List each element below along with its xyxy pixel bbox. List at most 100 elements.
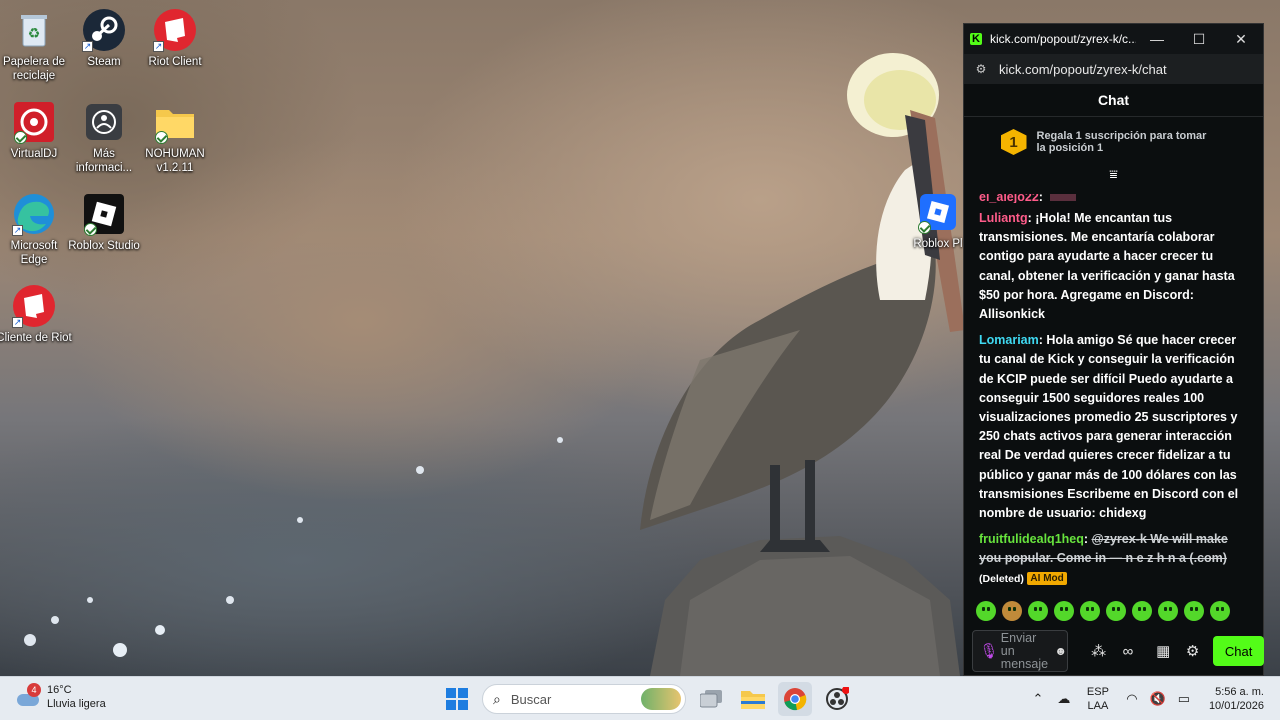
emote-icon[interactable] xyxy=(1002,601,1022,621)
maximize-button[interactable]: ☐ xyxy=(1178,24,1220,54)
desktop-icon-recycle-bin[interactable]: ♻ Papelera de reciclaje xyxy=(0,8,72,83)
chat-username[interactable]: Lomariam xyxy=(979,333,1039,347)
chat-message-input[interactable]: 🎙 Enviar un mensaje ☻ xyxy=(972,630,1068,672)
desktop-icon-steam[interactable]: ↗ Steam xyxy=(66,8,142,69)
chat-message-text: ¡Hola! Me encantan tus transmisiones. Me… xyxy=(979,211,1235,322)
chat-message: Luliantg: ¡Hola! Me encantan tus transmi… xyxy=(979,211,1235,322)
minimize-button[interactable]: — xyxy=(1136,24,1178,54)
desktop-icon-edge[interactable]: ↗ Microsoft Edge xyxy=(0,192,72,267)
chat-message-deleted: fruitfulidealq1heq: @zyrex-k We will mak… xyxy=(979,532,1228,585)
store-icon[interactable]: ▦ xyxy=(1149,642,1178,660)
desktop-icon-virtualdj[interactable]: VirtualDJ xyxy=(0,100,72,161)
start-button[interactable] xyxy=(440,682,474,716)
emote-icon[interactable] xyxy=(1184,601,1204,621)
sync-check-icon xyxy=(14,131,27,144)
chat-message-list[interactable]: el_alejo22: Luliantg: ¡Hola! Me encantan… xyxy=(964,194,1264,614)
weather-widget[interactable]: 4 16°C Lluvia ligera xyxy=(15,683,106,711)
svg-text:♻: ♻ xyxy=(28,25,41,41)
taskbar-clock[interactable]: 5:56 a. m. 10/01/2026 xyxy=(1209,685,1264,713)
emote-icon[interactable] xyxy=(1106,601,1126,621)
ai-mod-badge: AI Mod xyxy=(1027,571,1067,585)
desktop-icon-label: Steam xyxy=(87,56,121,68)
microphone-icon[interactable]: 🎙 xyxy=(977,642,1001,660)
riot-client-icon: ↗ xyxy=(153,8,197,52)
taskbar-search-box[interactable]: ⌕ Buscar xyxy=(482,684,686,714)
emote-picker-icon[interactable]: ⁂ xyxy=(1084,642,1113,660)
send-chat-button[interactable]: Chat xyxy=(1213,636,1264,666)
chat-username[interactable]: fruitfulidealq1heq xyxy=(979,532,1084,546)
quick-emote-row xyxy=(976,601,1230,621)
emote-icon[interactable] xyxy=(1132,601,1152,621)
riot-client-icon: ↗ xyxy=(12,284,56,328)
chevron-up-icon[interactable]: ⌃ xyxy=(1025,691,1051,707)
desktop-icon-roblox-player[interactable]: Roblox Pl xyxy=(908,190,968,251)
weather-temp: 16°C xyxy=(47,684,72,696)
keyboard-layout: LAA xyxy=(1087,700,1109,712)
desktop-icon-label: Más informaci... xyxy=(75,148,133,174)
weather-rain-icon: 4 xyxy=(15,683,41,708)
chat-username-separator: : xyxy=(1038,194,1043,203)
subscription-banner-text: Regala 1 suscripción para tomar la posic… xyxy=(1036,130,1207,154)
chat-message-partial: el_alejo22: xyxy=(979,194,1249,203)
task-view-button[interactable] xyxy=(694,682,728,716)
obs-icon xyxy=(826,687,849,710)
desktop-icon-riot-client[interactable]: ↗ Riot Client xyxy=(137,8,213,69)
weather-alert-badge: 4 xyxy=(27,683,41,697)
language-code: ESP xyxy=(1086,686,1109,698)
chat-username[interactable]: Luliantg xyxy=(979,211,1028,225)
address-url: kick.com/popout/zyrex-k/chat xyxy=(999,61,1167,77)
pinned-collapse-icon[interactable]: ⩸ xyxy=(964,167,1263,183)
sync-check-icon xyxy=(155,131,168,144)
close-button[interactable]: ✕ xyxy=(1220,24,1262,54)
site-info-icon[interactable]: ⚙ xyxy=(973,61,989,77)
emote-icon[interactable] xyxy=(976,601,996,621)
kick-chat-popup-window: K kick.com/popout/zyrex-k/c... — ☐ ✕ ⚙ k… xyxy=(963,23,1264,676)
obs-app-button[interactable] xyxy=(820,682,854,716)
settings-gear-icon[interactable]: ⚙ xyxy=(1178,642,1207,660)
shortcut-arrow-icon: ↗ xyxy=(82,41,93,52)
infinity-icon[interactable]: ∞ xyxy=(1113,643,1142,660)
address-bar[interactable]: ⚙ kick.com/popout/zyrex-k/chat xyxy=(964,54,1263,84)
desktop-icon-label: NOHUMAN v1.2.11 xyxy=(145,148,205,174)
desktop-icon-cliente-riot[interactable]: ↗ Cliente de Riot xyxy=(0,284,72,345)
language-indicator[interactable]: ESP LAA xyxy=(1087,685,1109,713)
desktop-icon-label: VirtualDJ xyxy=(10,148,58,160)
window-titlebar[interactable]: K kick.com/popout/zyrex-k/c... — ☐ ✕ xyxy=(964,24,1263,54)
wifi-icon[interactable]: ◠ xyxy=(1119,691,1145,707)
chat-username[interactable]: el_alejo22 xyxy=(979,194,1039,203)
shortcut-arrow-icon: ↗ xyxy=(12,317,23,328)
shortcut-arrow-icon: ↗ xyxy=(153,41,164,52)
subscription-leaderboard-banner[interactable]: 1 Regala 1 suscripción para tomar la pos… xyxy=(964,117,1263,167)
weather-desc: Lluvia ligera xyxy=(47,698,106,710)
desktop-icon-more-info[interactable]: Más informaci... xyxy=(66,100,142,175)
taskbar-center: ⌕ Buscar xyxy=(440,682,854,716)
desktop-icon-label: Cliente de Riot xyxy=(0,332,72,344)
window-title: kick.com/popout/zyrex-k/c... xyxy=(990,32,1136,46)
onedrive-cloud-icon[interactable]: ☁ xyxy=(1051,691,1077,707)
emote-icon[interactable] xyxy=(1080,601,1100,621)
volume-muted-icon[interactable]: 🔇 xyxy=(1145,691,1171,707)
edge-icon: ↗ xyxy=(12,192,56,236)
search-highlight-icon xyxy=(641,688,681,710)
desktop-icon-roblox-studio[interactable]: Roblox Studio xyxy=(66,192,142,253)
emoji-icon[interactable]: ☻ xyxy=(1054,644,1067,658)
emote-icon[interactable] xyxy=(1054,601,1074,621)
emote-icon[interactable] xyxy=(1028,601,1048,621)
desktop-icon-label: Roblox Studio xyxy=(68,240,140,252)
folder-icon xyxy=(153,100,197,144)
chat-message-text: Hola amigo Sé que hacer crecer tu canal … xyxy=(979,333,1239,521)
chrome-button[interactable] xyxy=(778,682,812,716)
roblox-player-icon xyxy=(916,190,960,234)
chrome-icon xyxy=(784,688,807,711)
desktop-icon-nohuman-folder[interactable]: NOHUMAN v1.2.11 xyxy=(137,100,213,175)
battery-icon[interactable]: ▭ xyxy=(1171,691,1197,707)
sync-check-icon xyxy=(84,223,97,236)
file-explorer-icon xyxy=(741,691,765,709)
emote-icon[interactable] xyxy=(1210,601,1230,621)
emote-icon[interactable] xyxy=(1158,601,1178,621)
more-info-icon xyxy=(82,100,126,144)
file-explorer-button[interactable] xyxy=(736,682,770,716)
roblox-studio-icon xyxy=(82,192,126,236)
chat-input-placeholder: Enviar un mensaje xyxy=(1000,630,1049,671)
emote-icon xyxy=(1050,194,1077,201)
